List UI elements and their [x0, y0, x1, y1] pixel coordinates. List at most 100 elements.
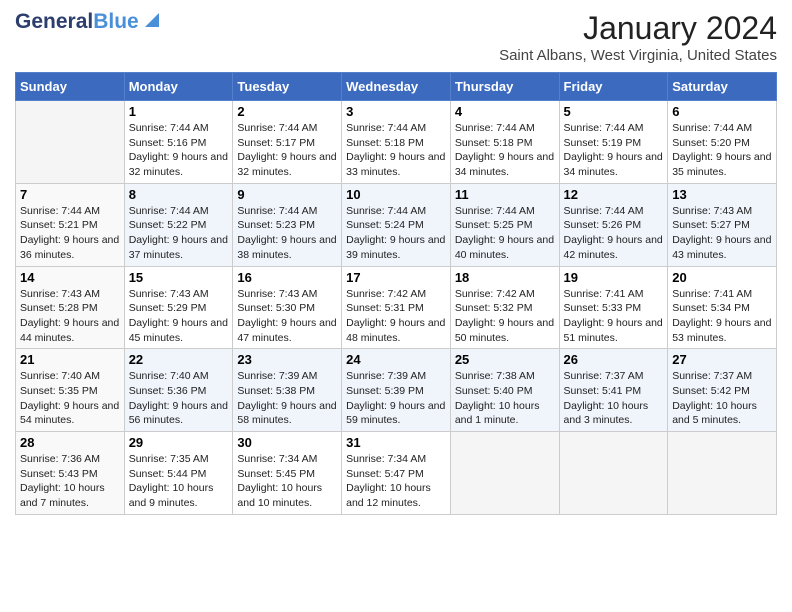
page-header: General Blue January 2024 Saint Albans, … — [15, 10, 777, 64]
calendar-cell: 30Sunrise: 7:34 AMSunset: 5:45 PMDayligh… — [233, 432, 342, 515]
logo: General Blue — [15, 10, 163, 34]
day-number: 16 — [237, 270, 337, 285]
day-number: 23 — [237, 352, 337, 367]
day-number: 5 — [564, 104, 664, 119]
day-info: Sunrise: 7:44 AMSunset: 5:21 PMDaylight:… — [20, 204, 120, 263]
day-number: 4 — [455, 104, 555, 119]
page-title: January 2024 — [499, 10, 777, 47]
calendar-body: 1 Sunrise: 7:44 AMSunset: 5:16 PMDaylight… — [16, 101, 777, 515]
day-info: Sunrise: 7:41 AMSunset: 5:34 PMDaylight:… — [672, 287, 772, 346]
day-number: 29 — [129, 435, 229, 450]
weekday-header-row: Sunday Monday Tuesday Wednesday Thursday… — [16, 73, 777, 101]
logo-general-text: General — [15, 10, 93, 34]
header-friday: Friday — [559, 73, 668, 101]
header-monday: Monday — [124, 73, 233, 101]
calendar-week-row: 7 Sunrise: 7:44 AMSunset: 5:21 PMDaylight… — [16, 183, 777, 266]
day-number: 17 — [346, 270, 446, 285]
calendar-table: Sunday Monday Tuesday Wednesday Thursday… — [15, 72, 777, 515]
day-number: 27 — [672, 352, 772, 367]
day-number: 18 — [455, 270, 555, 285]
day-number: 11 — [455, 187, 555, 202]
day-number: 25 — [455, 352, 555, 367]
calendar-cell: 17 Sunrise: 7:42 AMSunset: 5:31 PMDayligh… — [342, 266, 451, 349]
calendar-cell: 26 Sunrise: 7:37 AMSunset: 5:41 PMDayligh… — [559, 349, 668, 432]
day-number: 2 — [237, 104, 337, 119]
day-info: Sunrise: 7:37 AMSunset: 5:42 PMDaylight:… — [672, 369, 772, 428]
calendar-cell: 27 Sunrise: 7:37 AMSunset: 5:42 PMDayligh… — [668, 349, 777, 432]
calendar-cell: 4Sunrise: 7:44 AMSunset: 5:18 PMDaylight… — [450, 101, 559, 184]
calendar-cell: 6 Sunrise: 7:44 AMSunset: 5:20 PMDaylight… — [668, 101, 777, 184]
day-info: Sunrise: 7:44 AMSunset: 5:25 PMDaylight:… — [455, 204, 555, 263]
day-number: 20 — [672, 270, 772, 285]
calendar-cell: 23 Sunrise: 7:39 AMSunset: 5:38 PMDayligh… — [233, 349, 342, 432]
calendar-cell: 2 Sunrise: 7:44 AMSunset: 5:17 PMDaylight… — [233, 101, 342, 184]
day-info: Sunrise: 7:44 AMSunset: 5:19 PMDaylight:… — [564, 121, 664, 180]
calendar-cell — [668, 432, 777, 515]
calendar-week-row: 21Sunrise: 7:40 AMSunset: 5:35 PMDayligh… — [16, 349, 777, 432]
day-number: 26 — [564, 352, 664, 367]
calendar-week-row: 1 Sunrise: 7:44 AMSunset: 5:16 PMDaylight… — [16, 101, 777, 184]
day-info: Sunrise: 7:44 AMSunset: 5:20 PMDaylight:… — [672, 121, 772, 180]
calendar-cell: 19 Sunrise: 7:41 AMSunset: 5:33 PMDayligh… — [559, 266, 668, 349]
day-info: Sunrise: 7:40 AMSunset: 5:36 PMDaylight:… — [129, 369, 229, 428]
calendar-cell: 11 Sunrise: 7:44 AMSunset: 5:25 PMDayligh… — [450, 183, 559, 266]
day-number: 19 — [564, 270, 664, 285]
calendar-cell: 21Sunrise: 7:40 AMSunset: 5:35 PMDayligh… — [16, 349, 125, 432]
calendar-week-row: 14 Sunrise: 7:43 AMSunset: 5:28 PMDayligh… — [16, 266, 777, 349]
day-number: 7 — [20, 187, 120, 202]
day-number: 6 — [672, 104, 772, 119]
day-info: Sunrise: 7:43 AMSunset: 5:29 PMDaylight:… — [129, 287, 229, 346]
calendar-cell: 28Sunrise: 7:36 AMSunset: 5:43 PMDayligh… — [16, 432, 125, 515]
calendar-cell: 20 Sunrise: 7:41 AMSunset: 5:34 PMDayligh… — [668, 266, 777, 349]
day-info: Sunrise: 7:39 AMSunset: 5:38 PMDaylight:… — [237, 369, 337, 428]
day-number: 1 — [129, 104, 229, 119]
calendar-cell: 13 Sunrise: 7:43 AMSunset: 5:27 PMDayligh… — [668, 183, 777, 266]
day-info: Sunrise: 7:44 AMSunset: 5:16 PMDaylight:… — [129, 121, 229, 180]
day-number: 15 — [129, 270, 229, 285]
calendar-cell: 16 Sunrise: 7:43 AMSunset: 5:30 PMDayligh… — [233, 266, 342, 349]
page-subtitle: Saint Albans, West Virginia, United Stat… — [499, 47, 777, 64]
calendar-cell: 15 Sunrise: 7:43 AMSunset: 5:29 PMDayligh… — [124, 266, 233, 349]
calendar-cell: 14 Sunrise: 7:43 AMSunset: 5:28 PMDayligh… — [16, 266, 125, 349]
day-number: 21 — [20, 352, 120, 367]
calendar-cell: 3Sunrise: 7:44 AMSunset: 5:18 PMDaylight… — [342, 101, 451, 184]
day-number: 13 — [672, 187, 772, 202]
logo-blue-text: Blue — [93, 10, 139, 34]
calendar-cell: 22 Sunrise: 7:40 AMSunset: 5:36 PMDayligh… — [124, 349, 233, 432]
day-info: Sunrise: 7:44 AMSunset: 5:23 PMDaylight:… — [237, 204, 337, 263]
calendar-cell: 1 Sunrise: 7:44 AMSunset: 5:16 PMDaylight… — [124, 101, 233, 184]
calendar-cell — [450, 432, 559, 515]
calendar-cell: 29Sunrise: 7:35 AMSunset: 5:44 PMDayligh… — [124, 432, 233, 515]
day-info: Sunrise: 7:42 AMSunset: 5:31 PMDaylight:… — [346, 287, 446, 346]
day-info: Sunrise: 7:38 AMSunset: 5:40 PMDaylight:… — [455, 369, 555, 428]
day-info: Sunrise: 7:37 AMSunset: 5:41 PMDaylight:… — [564, 369, 664, 428]
day-info: Sunrise: 7:43 AMSunset: 5:27 PMDaylight:… — [672, 204, 772, 263]
day-number: 22 — [129, 352, 229, 367]
header-sunday: Sunday — [16, 73, 125, 101]
day-info: Sunrise: 7:42 AMSunset: 5:32 PMDaylight:… — [455, 287, 555, 346]
day-number: 31 — [346, 435, 446, 450]
logo-triangle-icon — [141, 9, 163, 31]
day-info: Sunrise: 7:41 AMSunset: 5:33 PMDaylight:… — [564, 287, 664, 346]
day-info: Sunrise: 7:44 AMSunset: 5:24 PMDaylight:… — [346, 204, 446, 263]
day-info: Sunrise: 7:43 AMSunset: 5:30 PMDaylight:… — [237, 287, 337, 346]
calendar-cell: 12Sunrise: 7:44 AMSunset: 5:26 PMDayligh… — [559, 183, 668, 266]
calendar-cell: 25 Sunrise: 7:38 AMSunset: 5:40 PMDayligh… — [450, 349, 559, 432]
day-number: 24 — [346, 352, 446, 367]
calendar-cell: 5 Sunrise: 7:44 AMSunset: 5:19 PMDaylight… — [559, 101, 668, 184]
day-info: Sunrise: 7:39 AMSunset: 5:39 PMDaylight:… — [346, 369, 446, 428]
calendar-cell: 31Sunrise: 7:34 AMSunset: 5:47 PMDayligh… — [342, 432, 451, 515]
day-info: Sunrise: 7:43 AMSunset: 5:28 PMDaylight:… — [20, 287, 120, 346]
day-number: 14 — [20, 270, 120, 285]
day-number: 10 — [346, 187, 446, 202]
calendar-header: Sunday Monday Tuesday Wednesday Thursday… — [16, 73, 777, 101]
day-number: 9 — [237, 187, 337, 202]
day-number: 12 — [564, 187, 664, 202]
day-info: Sunrise: 7:34 AMSunset: 5:45 PMDaylight:… — [237, 452, 337, 511]
calendar-cell: 18 Sunrise: 7:42 AMSunset: 5:32 PMDayligh… — [450, 266, 559, 349]
day-number: 28 — [20, 435, 120, 450]
header-wednesday: Wednesday — [342, 73, 451, 101]
day-info: Sunrise: 7:44 AMSunset: 5:17 PMDaylight:… — [237, 121, 337, 180]
calendar-cell: 9 Sunrise: 7:44 AMSunset: 5:23 PMDaylight… — [233, 183, 342, 266]
day-info: Sunrise: 7:44 AMSunset: 5:22 PMDaylight:… — [129, 204, 229, 263]
